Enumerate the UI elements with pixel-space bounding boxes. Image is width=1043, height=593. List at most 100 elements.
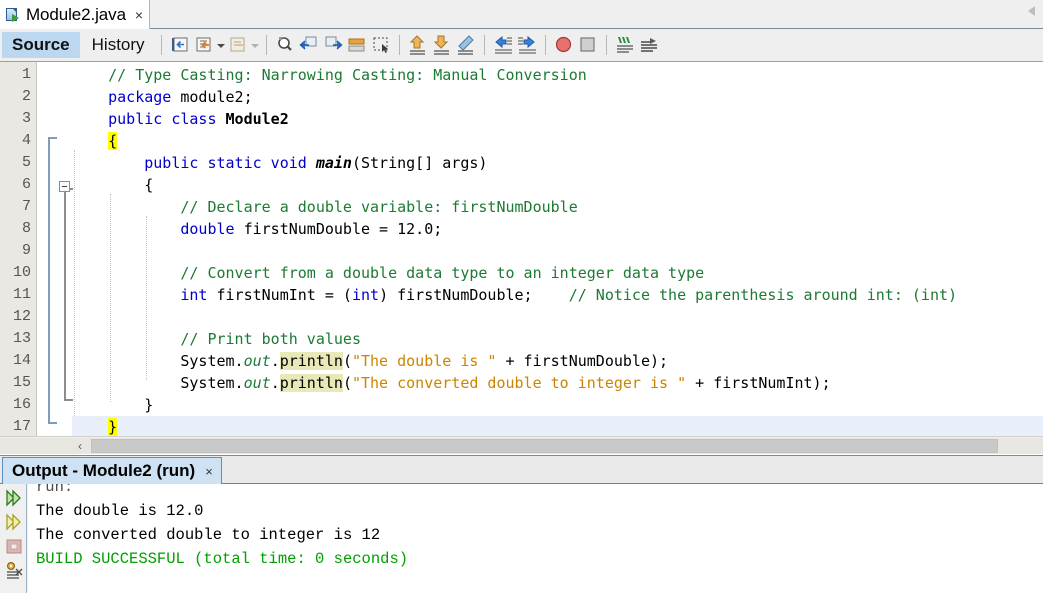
last-edit-icon[interactable] — [168, 33, 192, 57]
next-error-icon[interactable] — [430, 33, 454, 57]
code-token: } — [108, 418, 118, 436]
code-token: int — [351, 286, 380, 304]
code-token: public class — [108, 110, 217, 128]
code-line[interactable]: // Convert from a double data type to an… — [72, 262, 704, 284]
close-icon[interactable]: × — [135, 8, 143, 22]
scroll-left-icon[interactable] — [1028, 6, 1035, 16]
scroll-left-arrow-icon[interactable]: ‹ — [74, 440, 86, 452]
code-line[interactable]: package module2; — [72, 86, 253, 108]
tab-history[interactable]: History — [82, 32, 155, 58]
code-line[interactable]: public static void main(String[] args) — [72, 152, 487, 174]
toolbar-separator — [265, 35, 267, 55]
line-number: 12 — [12, 308, 31, 325]
code-token: module2; — [171, 88, 253, 106]
code-token: . — [270, 374, 280, 392]
code-line[interactable]: System.out.println("The double is " + fi… — [72, 350, 668, 372]
toggle-bookmark-icon[interactable] — [192, 33, 216, 57]
editor-horizontal-scrollbar[interactable]: ‹ — [0, 436, 1043, 454]
output-tab-module2-run[interactable]: Output - Module2 (run) × — [2, 457, 222, 484]
previous-bookmark-dropdown-icon — [250, 33, 260, 57]
code-token: out — [243, 352, 271, 370]
file-tab-module2[interactable]: Module2.java × — [0, 0, 151, 29]
previous-error-icon[interactable] — [406, 33, 430, 57]
output-line: run: — [36, 484, 74, 496]
toggle-error-stripe-icon[interactable] — [454, 33, 478, 57]
toolbar-separator — [160, 35, 162, 55]
code-token: int — [180, 286, 208, 304]
line-number: 10 — [12, 264, 31, 281]
find-selection-icon[interactable] — [273, 33, 297, 57]
shift-line-right-icon[interactable] — [515, 33, 539, 57]
output-action-gutter — [0, 484, 27, 593]
code-token: { — [108, 132, 118, 150]
line-number: 15 — [12, 374, 31, 391]
toggle-rectangular-selection-icon[interactable] — [369, 33, 393, 57]
line-number: 4 — [21, 132, 31, 149]
code-line[interactable]: System.out.println("The converted double… — [72, 372, 831, 394]
line-number: 16 — [12, 396, 31, 413]
find-previous-icon[interactable] — [297, 33, 321, 57]
code-token: . — [270, 352, 280, 370]
output-line: BUILD SUCCESSFUL (total time: 0 seconds) — [36, 550, 409, 568]
line-number: 1 — [21, 66, 31, 83]
start-macro-recording-icon[interactable] — [552, 33, 576, 57]
line-number: 2 — [21, 88, 31, 105]
code-token: + firstNumDouble); — [496, 352, 669, 370]
line-number: 9 — [21, 242, 31, 259]
fold-bracket-class[interactable] — [48, 137, 57, 424]
line-number: 5 — [21, 154, 31, 171]
code-line[interactable]: { — [72, 174, 153, 196]
toggle-bookmark-dropdown-icon[interactable] — [216, 33, 226, 57]
code-token: ( — [342, 352, 352, 370]
code-line[interactable]: // Print both values — [72, 328, 361, 350]
close-icon[interactable]: × — [205, 464, 213, 479]
stop-macro-recording-icon[interactable] — [576, 33, 600, 57]
code-line[interactable]: } — [72, 416, 1043, 436]
shift-line-left-icon[interactable] — [491, 33, 515, 57]
code-token: Module2 — [225, 110, 289, 128]
code-line[interactable]: // Type Casting: Narrowing Casting: Manu… — [72, 64, 587, 86]
settings-icon[interactable] — [4, 560, 24, 580]
code-fold-column[interactable] — [38, 62, 73, 436]
code-line[interactable]: } — [72, 394, 153, 416]
code-line[interactable]: double firstNumDouble = 12.0; — [72, 218, 442, 240]
code-editor[interactable]: 1 2 3 4 5 6 7 8 9 10 11 12 13 14 15 16 17 // Type Castin… — [0, 62, 1043, 436]
code-token: } — [72, 396, 154, 414]
code-token: println — [279, 374, 343, 392]
code-token: { — [72, 176, 154, 194]
file-tab-bar: Module2.java × — [0, 0, 1043, 29]
previous-bookmark-icon[interactable] — [226, 33, 250, 57]
debug-icon[interactable] — [4, 512, 24, 532]
output-text-area[interactable]: run: The double is 12.0 The converted doub… — [28, 484, 1043, 593]
code-token: println — [279, 352, 343, 370]
uncomment-icon[interactable] — [637, 33, 661, 57]
toggle-highlight-icon[interactable] — [345, 33, 369, 57]
tab-source[interactable]: Source — [2, 32, 80, 58]
scrollbar-thumb[interactable] — [91, 439, 998, 453]
code-text-area[interactable]: // Type Casting: Narrowing Casting: Manu… — [72, 62, 1043, 436]
code-line[interactable]: int firstNumInt = (int) firstNumDouble; … — [72, 284, 957, 306]
code-line[interactable]: { — [72, 130, 118, 152]
code-token: out — [243, 374, 271, 392]
comment-icon[interactable] — [613, 33, 637, 57]
find-next-icon[interactable] — [321, 33, 345, 57]
output-tab-label: Output - Module2 (run) — [12, 461, 196, 480]
code-token: System. — [72, 352, 244, 370]
code-line[interactable]: public class Module2 — [72, 108, 289, 130]
output-tab-bar: Output - Module2 (run) × — [0, 456, 1043, 484]
run-icon[interactable] — [4, 488, 24, 508]
code-line[interactable]: // Declare a double variable: firstNumDo… — [72, 196, 577, 218]
stop-icon[interactable] — [4, 536, 24, 556]
code-token: "The converted double to integer is " — [351, 374, 687, 392]
output-window: Output - Module2 (run) × run: The double… — [0, 455, 1043, 593]
code-token: public static void — [144, 154, 307, 172]
code-token: main — [315, 154, 352, 172]
fold-collapse-box[interactable] — [59, 181, 70, 192]
